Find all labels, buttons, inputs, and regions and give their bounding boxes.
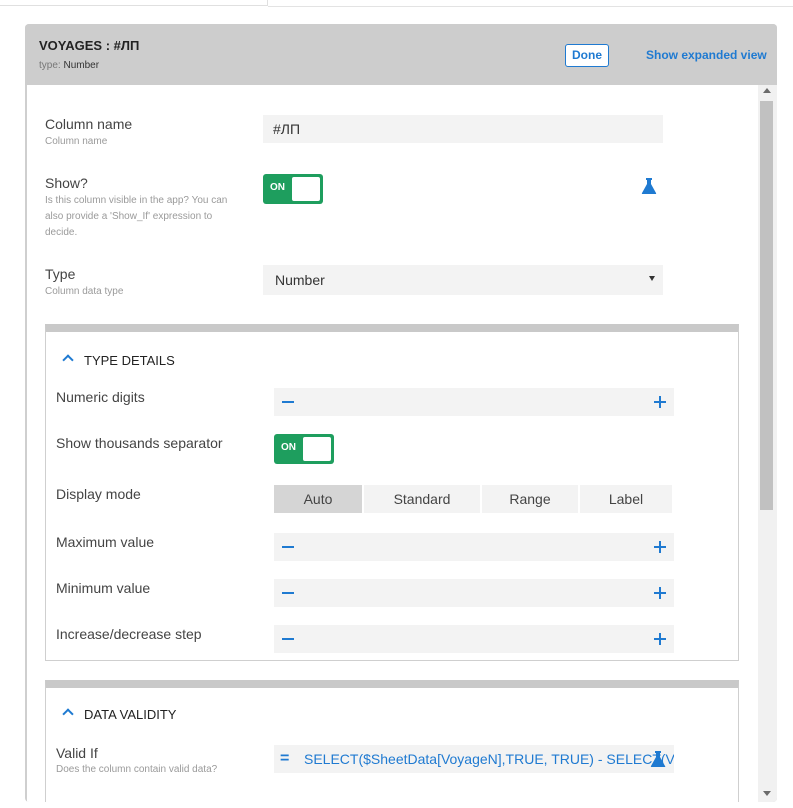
plus-icon[interactable] bbox=[654, 396, 666, 408]
toggle-knob bbox=[292, 177, 320, 201]
formula-equals-icon: = bbox=[280, 750, 290, 767]
vertical-scrollbar[interactable] bbox=[758, 85, 777, 802]
plus-icon[interactable] bbox=[654, 587, 666, 599]
maximum-value-stepper[interactable] bbox=[274, 533, 674, 561]
type-sublabel: Column data type bbox=[45, 286, 124, 297]
minus-icon[interactable] bbox=[282, 638, 294, 640]
scroll-down-arrow-icon[interactable] bbox=[763, 791, 771, 796]
type-details-title: TYPE DETAILS bbox=[84, 353, 175, 368]
display-mode-standard[interactable]: Standard bbox=[364, 485, 480, 513]
column-name-input[interactable]: #ЛП bbox=[263, 115, 663, 143]
step-label: Increase/decrease step bbox=[56, 626, 202, 642]
done-button[interactable]: Done bbox=[565, 44, 609, 67]
chevron-up-icon bbox=[62, 708, 74, 720]
dialog-title: VOYAGES : #ЛП bbox=[39, 38, 140, 53]
data-validity-title: DATA VALIDITY bbox=[84, 707, 177, 722]
step-stepper[interactable] bbox=[274, 625, 674, 653]
type-prefix: type: bbox=[39, 60, 61, 71]
column-editor-dialog: VOYAGES : #ЛП type: Number Done Show exp… bbox=[25, 24, 777, 802]
minimum-value-label: Minimum value bbox=[56, 580, 151, 596]
toggle-knob bbox=[303, 437, 331, 461]
thousands-toggle-state: ON bbox=[281, 442, 296, 453]
display-mode-label-option[interactable]: Label bbox=[580, 485, 672, 513]
scrollbar-thumb[interactable] bbox=[760, 101, 773, 510]
display-mode-label: Display mode bbox=[56, 486, 141, 502]
type-value: Number bbox=[63, 60, 100, 71]
background-rule bbox=[268, 6, 793, 7]
thousands-separator-label: Show thousands separator bbox=[56, 435, 223, 451]
valid-if-label: Valid If bbox=[56, 745, 98, 761]
column-name-sublabel: Column name bbox=[45, 136, 108, 147]
maximum-value-label: Maximum value bbox=[56, 534, 155, 550]
column-type-caption: type: Number bbox=[39, 60, 99, 71]
show-label: Show? bbox=[45, 175, 88, 191]
valid-if-expression-input[interactable]: = SELECT($SheetData[VoyageN],TRUE, TRUE)… bbox=[274, 745, 674, 773]
thousands-separator-toggle[interactable]: ON bbox=[274, 434, 334, 464]
column-name-label: Column name bbox=[45, 116, 133, 132]
show-expanded-view-link[interactable]: Show expanded view bbox=[646, 48, 767, 62]
minus-icon[interactable] bbox=[282, 546, 294, 548]
background-panel-edge bbox=[0, 0, 268, 6]
show-toggle[interactable]: ON bbox=[263, 174, 323, 204]
type-select[interactable]: Number bbox=[263, 265, 663, 295]
type-details-section: TYPE DETAILS Numeric digits Show thousan… bbox=[45, 324, 739, 661]
dialog-body[interactable]: Column name Column name #ЛП Show? Is thi… bbox=[27, 85, 758, 802]
minus-icon[interactable] bbox=[282, 401, 294, 403]
scroll-up-arrow-icon[interactable] bbox=[763, 88, 771, 93]
chevron-up-icon bbox=[62, 354, 74, 366]
dialog-header: VOYAGES : #ЛП type: Number Done Show exp… bbox=[25, 24, 777, 85]
numeric-digits-stepper[interactable] bbox=[274, 388, 674, 416]
display-mode-range[interactable]: Range bbox=[482, 485, 578, 513]
flask-icon[interactable] bbox=[641, 177, 657, 195]
minus-icon[interactable] bbox=[282, 592, 294, 594]
type-label: Type bbox=[45, 266, 76, 282]
flask-icon[interactable] bbox=[650, 750, 666, 768]
valid-if-expression: SELECT($SheetData[VoyageN],TRUE, TRUE) -… bbox=[304, 751, 674, 767]
numeric-digits-label: Numeric digits bbox=[56, 389, 145, 405]
dropdown-arrow-icon bbox=[649, 276, 655, 281]
display-mode-auto[interactable]: Auto bbox=[274, 485, 362, 513]
valid-if-sublabel: Does the column contain valid data? bbox=[56, 764, 218, 775]
plus-icon[interactable] bbox=[654, 541, 666, 553]
show-sublabel: Is this column visible in the app? You c… bbox=[45, 195, 228, 238]
minimum-value-stepper[interactable] bbox=[274, 579, 674, 607]
type-select-value: Number bbox=[275, 272, 325, 288]
plus-icon[interactable] bbox=[654, 633, 666, 645]
show-toggle-state: ON bbox=[270, 182, 285, 193]
data-validity-section: DATA VALIDITY Valid If Does the column c… bbox=[45, 680, 739, 802]
